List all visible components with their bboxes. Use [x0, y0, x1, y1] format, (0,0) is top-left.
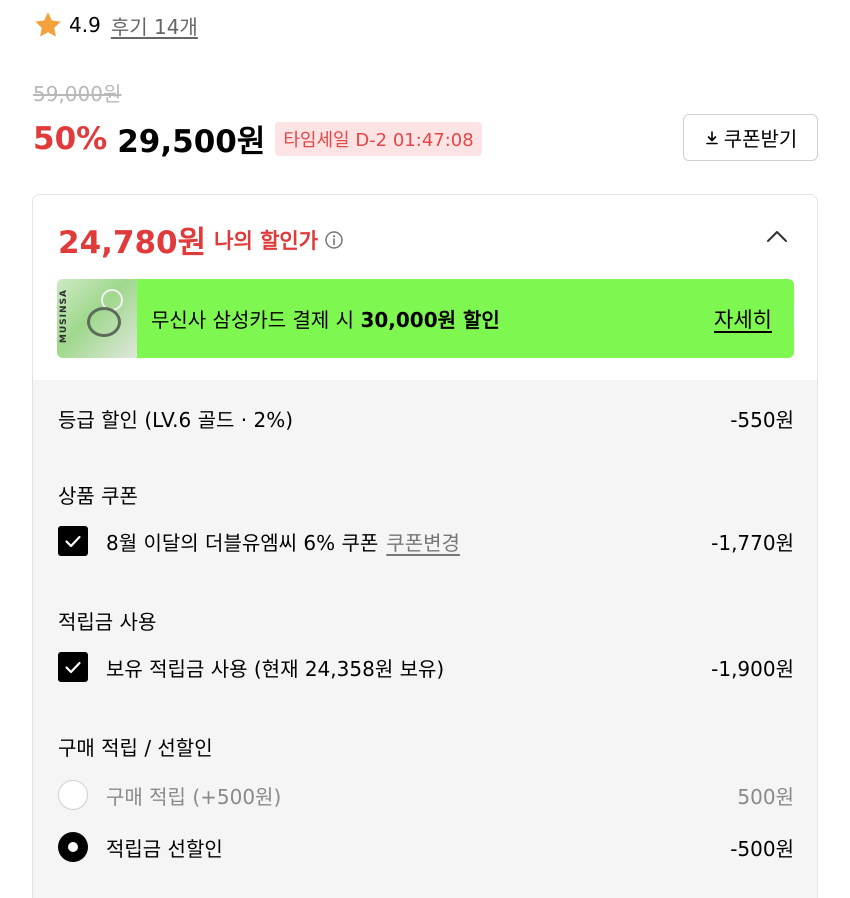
check-icon [65, 661, 81, 674]
chevron-up-icon[interactable] [763, 223, 791, 251]
my-discount-price-label: 나의 할인가 [214, 228, 319, 253]
promo-text: 무신사 삼성카드 결제 시 30,000원 할인 [151, 308, 500, 332]
discount-rate: 50% [33, 120, 108, 157]
grade-discount-label: 등급 할인 (LV.6 골드 · 2%) [58, 408, 294, 432]
my-price-row: 24,780원 나의 할인가 [58, 217, 344, 262]
reward-prediscount-label: 적립금 선할인 [106, 836, 223, 861]
get-coupon-button[interactable]: 쿠폰받기 [683, 114, 818, 161]
discount-details: 등급 할인 (LV.6 골드 · 2%) -550원 상품 쿠폰 8월 이달의 … [33, 380, 817, 898]
change-coupon-link[interactable]: 쿠폰변경 [386, 527, 460, 556]
info-icon[interactable] [324, 230, 344, 250]
product-coupon-title: 상품 쿠폰 [58, 484, 138, 508]
price-row: 50% 29,500원 타임세일 D-2 01:47:08 [33, 116, 482, 161]
reward-option-accumulate[interactable]: 구매 적립 (+500원) 500원 [58, 780, 794, 810]
discount-panel-header: 24,780원 나의 할인가 MUSINSA 무신사 삼성카드 결제 시 30,… [33, 195, 817, 380]
points-row: 보유 적립금 사용 (현재 24,358원 보유) -1,900원 [58, 652, 794, 682]
purchase-reward-title: 구매 적립 / 선할인 [58, 736, 213, 760]
star-icon [35, 12, 61, 37]
timesale-badge: 타임세일 D-2 01:47:08 [275, 121, 482, 156]
reward-option-prediscount[interactable]: 적립금 선할인 -500원 [58, 832, 794, 862]
check-icon [65, 535, 81, 548]
product-coupon-amount: -1,770원 [711, 530, 794, 555]
product-coupon-label: 8월 이달의 더블유엠씨 6% 쿠폰 [106, 530, 379, 555]
reviews-link[interactable]: 후기 14개 [111, 11, 198, 40]
grade-discount-row: 등급 할인 (LV.6 골드 · 2%) -550원 [58, 404, 794, 433]
points-checkbox[interactable] [58, 652, 88, 682]
grade-discount-amount: -550원 [730, 408, 794, 432]
discount-panel: 24,780원 나의 할인가 MUSINSA 무신사 삼성카드 결제 시 30,… [32, 194, 818, 898]
product-coupon-checkbox[interactable] [58, 526, 88, 556]
promo-thumbnail-text: MUSINSA [59, 289, 69, 344]
rating-summary: 4.9 후기 14개 [33, 10, 198, 40]
promo-detail-link[interactable]: 자세히 [714, 304, 772, 334]
product-coupon-row: 8월 이달의 더블유엠씨 6% 쿠폰 쿠폰변경 -1,770원 [58, 526, 794, 556]
points-title: 적립금 사용 [58, 610, 157, 634]
points-amount: -1,900원 [711, 656, 794, 681]
reward-prediscount-amount: -500원 [730, 836, 794, 861]
points-label: 보유 적립금 사용 (현재 24,358원 보유) [106, 656, 445, 681]
card-promo-banner[interactable]: MUSINSA 무신사 삼성카드 결제 시 30,000원 할인 자세히 [57, 279, 794, 358]
my-discount-price: 24,780원 [58, 225, 207, 261]
sale-price: 29,500원 [117, 124, 266, 160]
get-coupon-label: 쿠폰받기 [723, 127, 798, 151]
download-icon [705, 130, 718, 144]
reward-accumulate-radio[interactable] [58, 780, 88, 810]
reward-prediscount-radio[interactable] [58, 832, 88, 862]
reward-accumulate-label: 구매 적립 (+500원) [106, 784, 282, 809]
promo-thumbnail: MUSINSA [57, 279, 137, 358]
original-price: 59,000원 [33, 82, 122, 106]
reward-accumulate-amount: 500원 [737, 784, 794, 809]
rating-score: 4.9 [69, 13, 101, 37]
